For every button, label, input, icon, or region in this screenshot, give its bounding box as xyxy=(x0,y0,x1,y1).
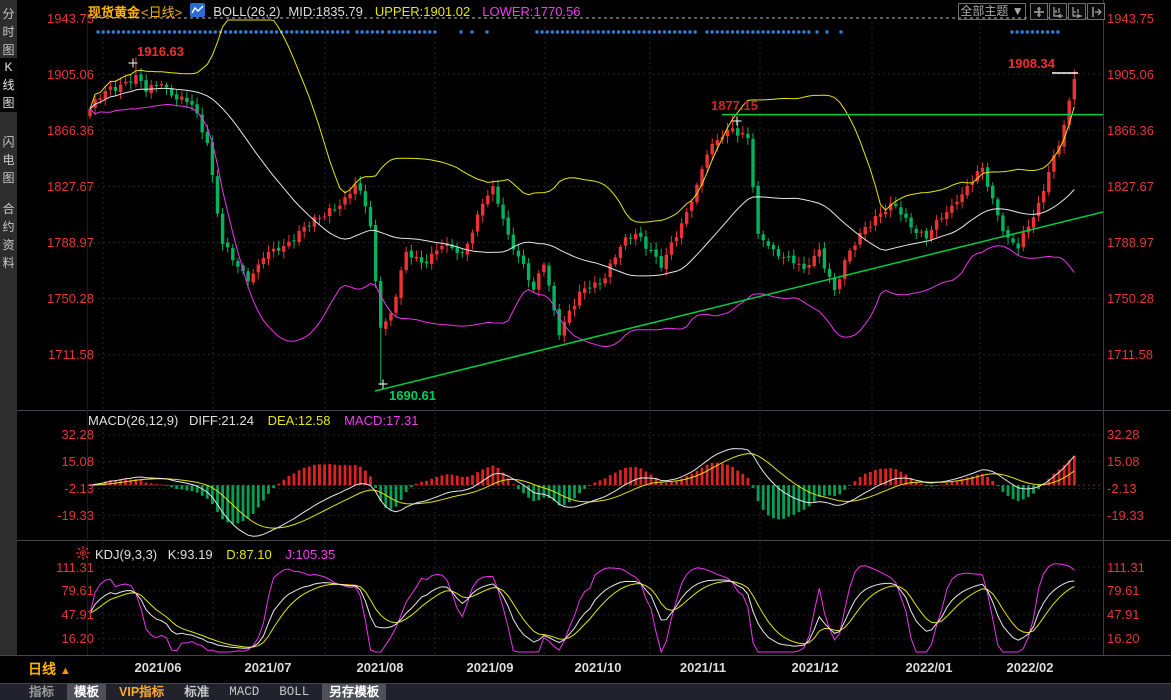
price-tick-L: -2.13 xyxy=(22,481,94,496)
x-axis-month-label: 2021/08 xyxy=(340,660,420,675)
boll-lower-value: LOWER:1770.56 xyxy=(482,4,580,19)
price-tick-R: 1827.67 xyxy=(1107,179,1169,194)
pan-right-icon[interactable] xyxy=(1087,3,1105,20)
price-tick-L: 47.91 xyxy=(22,607,94,622)
price-annotation: 1690.61 xyxy=(389,388,436,403)
price-tick-L: 1750.28 xyxy=(22,291,94,306)
bottom-toolbar: 指标模板 VIP指标标准 MACD BOLL 另存模板 xyxy=(0,684,1171,700)
price-tick-R: 15.08 xyxy=(1107,454,1169,469)
symbol-name: 现货黄金 xyxy=(88,2,140,21)
theme-dropdown-label: 全部主题 xyxy=(960,4,1008,18)
x-axis-month-label: 2022/02 xyxy=(990,660,1070,675)
toolbar-tab-1[interactable]: 指标 xyxy=(22,684,61,700)
x-axis-month-label: 2021/06 xyxy=(118,660,198,675)
price-tick-R: 1943.75 xyxy=(1107,11,1169,26)
price-tick-L: 32.28 xyxy=(22,427,94,442)
price-tick-R: 111.31 xyxy=(1107,560,1169,575)
price-tick-R: -2.13 xyxy=(1107,481,1169,496)
price-tick-R: 47.91 xyxy=(1107,607,1169,622)
price-tick-L: 16.20 xyxy=(22,631,94,646)
x-axis-month-label: 2021/12 xyxy=(775,660,855,675)
chart-type-sidebar: 分时图K线图闪电图合约资料 xyxy=(0,0,17,655)
boll-params: BOLL(26,2) xyxy=(213,4,280,19)
price-annotation: 1908.34 xyxy=(1008,56,1055,71)
toolbar-tab-5[interactable]: MACD xyxy=(222,684,266,700)
price-tick-R: 1788.97 xyxy=(1107,235,1169,250)
x-axis-month-label: 2021/10 xyxy=(558,660,638,675)
price-tick-L: 79.61 xyxy=(22,583,94,598)
boll-mid-value: MID:1835.79 xyxy=(288,4,362,19)
x-axis-month-label: 2022/01 xyxy=(889,660,969,675)
sidebar-item-2[interactable]: K线图 xyxy=(0,58,17,112)
macd-dea-value: DEA:12.58 xyxy=(268,413,331,428)
theme-dropdown[interactable]: 全部主题 ▼ xyxy=(958,3,1026,20)
k-line-chart-icon xyxy=(190,3,205,20)
toolbar-tab-7[interactable]: 另存模板 xyxy=(322,684,386,700)
toolbar-tab-6[interactable]: BOLL xyxy=(272,684,316,700)
macd-panel-header: MACD(26,12,9) DIFF:21.24 DEA:12.58 MACD:… xyxy=(88,413,419,428)
x-axis-month-label: 2021/09 xyxy=(450,660,530,675)
price-tick-R: 1866.36 xyxy=(1107,123,1169,138)
zoom-out-icon[interactable] xyxy=(1049,3,1067,20)
macd-diff-value: DIFF:21.24 xyxy=(189,413,254,428)
toolbar-tab-4[interactable]: 标准 xyxy=(177,684,216,700)
macd-macd-value: MACD:17.31 xyxy=(344,413,418,428)
sidebar-item-1[interactable]: 分时图 xyxy=(0,5,17,59)
price-tick-R: 1905.06 xyxy=(1107,67,1169,82)
toolbar-tab-2[interactable]: 模板 xyxy=(67,684,106,700)
price-tick-R: 16.20 xyxy=(1107,631,1169,646)
price-tick-L: 1866.36 xyxy=(22,123,94,138)
price-tick-R: -19.33 xyxy=(1107,508,1169,523)
crosshair-icon[interactable] xyxy=(1030,3,1048,20)
period-tag: <日线> xyxy=(141,2,182,21)
triangle-up-icon: ▲ xyxy=(60,665,71,677)
price-annotation: 1877.15 xyxy=(711,98,758,113)
period-label: 日线 xyxy=(28,661,56,677)
macd-params: MACD(26,12,9) xyxy=(88,413,178,428)
price-tick-L: 111.31 xyxy=(22,560,94,575)
price-tick-R: 79.61 xyxy=(1107,583,1169,598)
kdj-d-value: D:87.10 xyxy=(226,547,272,562)
sidebar-item-4[interactable]: 合约资料 xyxy=(0,200,17,272)
price-tick-R: 1750.28 xyxy=(1107,291,1169,306)
price-tick-L: 1943.75 xyxy=(22,11,94,26)
price-tick-R: 1711.58 xyxy=(1107,347,1169,362)
kdj-k-value: K:93.19 xyxy=(168,547,213,562)
zoom-in-icon[interactable] xyxy=(1068,3,1086,20)
x-axis-month-label: 2021/07 xyxy=(228,660,308,675)
main-chart-header: 现货黄金<日线> BOLL(26,2) MID:1835.79 UPPER:19… xyxy=(88,2,581,20)
chevron-down-icon: ▼ xyxy=(1012,4,1024,18)
x-axis-month-label: 2021/11 xyxy=(663,660,743,675)
sidebar-item-3[interactable]: 闪电图 xyxy=(0,133,17,187)
trading-app: 分时图K线图闪电图合约资料 现货黄金<日线> BOLL(26,2) MID:18… xyxy=(0,0,1171,700)
price-tick-L: 1788.97 xyxy=(22,235,94,250)
toolbar-tab-3[interactable]: VIP指标 xyxy=(112,684,171,700)
price-tick-L: 1711.58 xyxy=(22,347,94,362)
kdj-panel-header: KDJ(9,3,3) K:93.19 D:87.10 J:105.35 xyxy=(95,547,335,562)
kdj-params: KDJ(9,3,3) xyxy=(95,547,157,562)
price-tick-L: 1905.06 xyxy=(22,67,94,82)
price-annotation: 1916.63 xyxy=(137,44,184,59)
price-tick-L: 1827.67 xyxy=(22,179,94,194)
price-tick-L: -19.33 xyxy=(22,508,94,523)
kdj-j-value: J:105.35 xyxy=(285,547,335,562)
price-tick-R: 32.28 xyxy=(1107,427,1169,442)
chart-canvas[interactable] xyxy=(0,0,1171,700)
boll-upper-value: UPPER:1901.02 xyxy=(375,4,470,19)
period-selector[interactable]: 日线 ▲ xyxy=(28,659,71,679)
price-tick-L: 15.08 xyxy=(22,454,94,469)
